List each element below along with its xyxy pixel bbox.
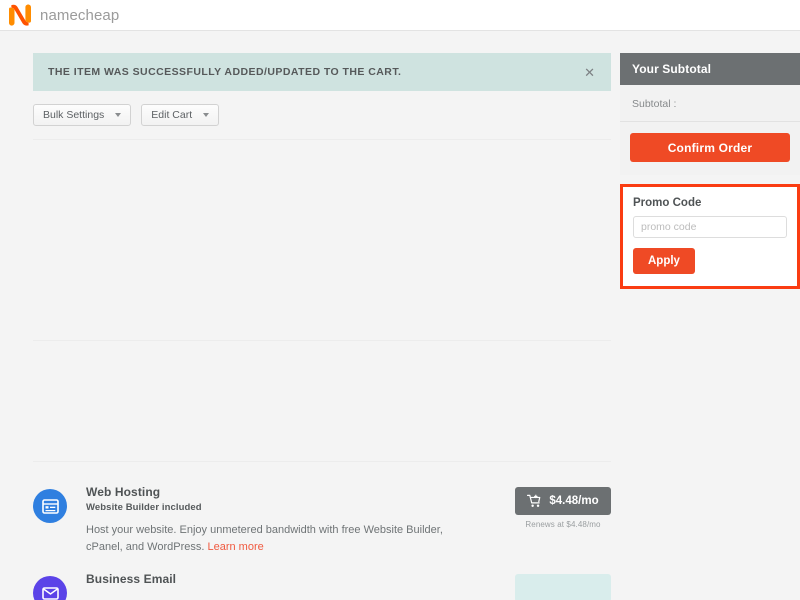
product-description-text: Host your website. Enjoy unmetered bandw… [86,524,443,554]
product-subtitle: Website Builder included [86,502,202,513]
add-to-cart-button[interactable] [515,574,611,600]
site-header: namecheap [0,0,800,31]
add-to-cart-button[interactable]: $4.48/mo [515,487,611,515]
edit-cart-button[interactable]: Edit Cart [141,104,220,126]
browser-window-glyph [41,498,59,514]
product-title: Web Hosting [86,485,161,499]
brand-logo[interactable]: namecheap [9,4,119,26]
promo-code-card: Promo Code Apply [620,184,800,289]
product-info: Business Email [86,572,476,586]
subtotal-card: Your Subtotal Subtotal : Confirm Order [620,53,800,175]
success-alert: THE ITEM WAS SUCCESSFULLY ADDED/UPDATED … [33,53,611,91]
cart-toolbar: Bulk Settings Edit Cart [33,104,611,126]
cart-items-area [33,140,611,340]
alert-message: THE ITEM WAS SUCCESSFULLY ADDED/UPDATED … [48,66,402,78]
price-label: $4.48/mo [549,495,599,507]
close-icon[interactable]: ✕ [581,64,598,81]
chevron-down-icon [115,113,122,117]
apply-promo-button[interactable]: Apply [633,248,695,274]
cart-spacer [33,341,611,461]
price-block [515,574,611,600]
learn-more-link[interactable]: Learn more [207,541,263,553]
browser-window-icon [33,489,67,523]
namecheap-n-logo-icon [9,4,31,26]
product-info: Web Hosting Website Builder included Hos… [86,485,476,556]
bulk-settings-button[interactable]: Bulk Settings [33,104,132,126]
chevron-down-icon [203,113,210,117]
envelope-icon [33,576,67,600]
suggested-products: Web Hosting Website Builder included Hos… [33,462,611,600]
cart-main-column: THE ITEM WAS SUCCESSFULLY ADDED/UPDATED … [33,53,611,600]
sidebar: Your Subtotal Subtotal : Confirm Order P… [620,53,800,289]
brand-name: namecheap [40,6,120,24]
product-description: Host your website. Enjoy unmetered bandw… [86,522,476,556]
edit-cart-label: Edit Cart [151,109,193,121]
promo-code-input[interactable] [633,216,787,238]
envelope-glyph [41,586,59,600]
promo-code-title: Promo Code [633,197,702,209]
confirm-order-button[interactable]: Confirm Order [630,133,790,162]
bulk-settings-label: Bulk Settings [43,109,105,121]
confirm-order-wrap: Confirm Order [620,122,800,175]
product-title: Business Email [86,572,177,587]
subtotal-row: Subtotal : [620,85,800,122]
price-block: $4.48/mo Renews at $4.48/mo [515,487,611,529]
cart-plus-icon [527,494,541,507]
list-item[interactable]: Business Email [33,568,611,600]
list-item[interactable]: Web Hosting Website Builder included Hos… [33,481,611,556]
subtotal-label: Subtotal : [632,98,677,110]
renewal-note: Renews at $4.48/mo [525,520,601,529]
page-container: THE ITEM WAS SUCCESSFULLY ADDED/UPDATED … [0,31,800,600]
subtotal-heading: Your Subtotal [620,53,800,85]
